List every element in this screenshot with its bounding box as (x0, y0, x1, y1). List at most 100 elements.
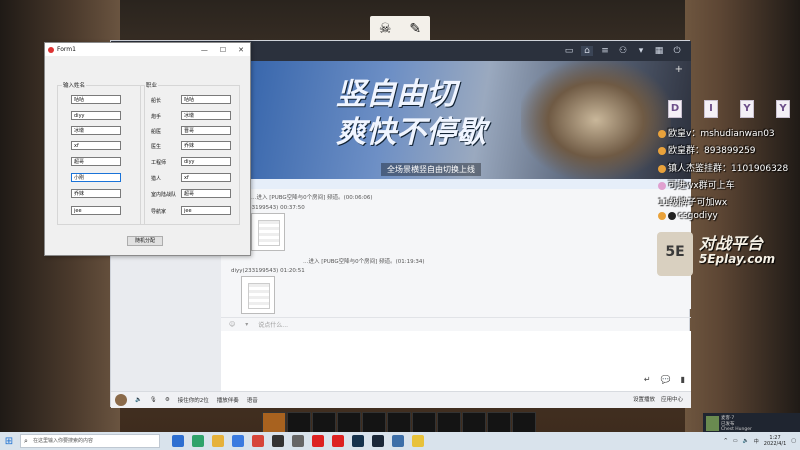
promo-banner[interactable]: 竖自由切 爽快不停歇 全场景横竖自由切换上线 (221, 61, 691, 179)
role-output-doctor[interactable] (181, 141, 231, 150)
name-input-1[interactable] (71, 95, 121, 104)
home-icon[interactable]: ⌂ (581, 46, 593, 56)
chat-image-thumbnail[interactable] (251, 213, 285, 251)
chat-image-thumbnail[interactable] (241, 276, 275, 314)
edge-icon[interactable] (232, 435, 244, 447)
name-input-2[interactable] (71, 111, 121, 120)
app-icon[interactable] (292, 435, 304, 447)
form-titlebar[interactable]: Form1 — ☐ ✕ (45, 43, 250, 56)
role-output-gunner[interactable] (181, 111, 231, 120)
grid-icon[interactable]: ▦ (653, 46, 665, 56)
bottom-right-item-1[interactable]: 设置播放 (633, 395, 655, 403)
screen-share-icon[interactable]: ▭ (563, 46, 575, 56)
message-input[interactable]: ↵ 💬 ▮ (221, 331, 691, 391)
bottom-right-item-2[interactable]: 应用中心 (661, 395, 683, 403)
steam-icon[interactable] (352, 435, 364, 447)
role-label-hunter: 猎人 (151, 176, 162, 182)
mic-icon[interactable]: ▮ (681, 375, 685, 384)
app-icon[interactable] (192, 435, 204, 447)
network-icon[interactable]: ▭ (733, 438, 738, 444)
role-output-hunter[interactable] (181, 173, 231, 182)
netease-music-icon[interactable] (332, 435, 344, 447)
tiktok-icon (668, 211, 676, 220)
overlay-text: 欧皇v：mshudianwan03 (668, 129, 775, 139)
list-icon[interactable]: ≡ (599, 46, 611, 56)
chat-bubble-icon[interactable]: 💬 (661, 375, 671, 384)
chat-username[interactable]: diyy(233199543) (231, 268, 278, 274)
ime-icon[interactable]: 中 (754, 438, 759, 445)
hotbar-slot[interactable] (337, 412, 361, 434)
clock[interactable]: 1:27 2022/4/1 (764, 435, 786, 447)
banner-subtitle: 全场景横竖自由切换上线 (381, 163, 481, 176)
app-icon[interactable] (392, 435, 404, 447)
hotbar-slot[interactable] (487, 412, 511, 434)
role-output-engineer[interactable] (181, 157, 231, 166)
bottom-item-2[interactable]: 播放伴奏 (217, 396, 239, 404)
minimize-icon[interactable]: — (201, 46, 208, 54)
close-icon[interactable]: ✕ (238, 46, 244, 54)
add-icon[interactable]: + (675, 64, 683, 75)
name-input-5[interactable] (71, 157, 121, 166)
overlay-letter: Y (740, 100, 754, 118)
chat-message: …进入 [PUBG空降与0个房间] 频道。(01:19:34) (303, 259, 425, 265)
hotbar-slot[interactable] (312, 412, 336, 434)
role-label-ship-doctor: 船医 (151, 129, 162, 135)
maximize-icon[interactable]: ☐ (220, 46, 226, 54)
bottom-item-3[interactable]: 语音 (247, 396, 258, 404)
speaker-icon[interactable]: 🔈 (135, 397, 142, 403)
steam-icon[interactable] (372, 435, 384, 447)
hotbar-slot[interactable] (262, 412, 286, 434)
avatar[interactable] (115, 394, 127, 406)
hotbar-slot[interactable] (412, 412, 436, 434)
notification-center-icon[interactable]: ▢ (791, 438, 796, 444)
power-icon[interactable]: ⏻ (671, 46, 683, 56)
name-input-8[interactable] (71, 206, 121, 215)
pirate-skull-icon: ☠ (378, 21, 392, 37)
volume-icon[interactable]: 🔈 (743, 438, 749, 444)
game-hotbar (262, 412, 557, 434)
overlay-letter: Y (776, 100, 790, 118)
task-view-icon[interactable] (172, 435, 184, 447)
app-icon[interactable] (412, 435, 424, 447)
taskbar-search-input[interactable]: 在这里输入你要搜索的内容 (20, 434, 160, 448)
role-output-ship-doctor[interactable] (181, 126, 231, 135)
app-icon[interactable] (272, 435, 284, 447)
names-group: 输入姓名 (57, 81, 145, 225)
name-input-4[interactable] (71, 141, 121, 150)
hotbar-slot[interactable] (287, 412, 311, 434)
name-input-6[interactable] (71, 173, 121, 182)
message-input-placeholder[interactable]: 说点什么... (258, 320, 288, 329)
hotbar-slot[interactable] (387, 412, 411, 434)
send-icon[interactable]: ↵ (644, 375, 651, 384)
role-output-captain[interactable] (181, 95, 231, 104)
settings-icon[interactable]: ⚙ (165, 397, 170, 403)
hotbar-slot[interactable] (362, 412, 386, 434)
hotbar-slot[interactable] (437, 412, 461, 434)
file-explorer-icon[interactable] (212, 435, 224, 447)
role-output-marines[interactable] (181, 189, 231, 198)
microphone-icon[interactable]: 🎙 (150, 397, 157, 403)
role-label-marines: 室内陆战队 (151, 192, 177, 198)
gamepad-icon[interactable]: ⚇ (617, 46, 629, 56)
logo-title: 对战平台 (699, 234, 764, 253)
more-icon[interactable]: ▾ (245, 321, 248, 328)
chat-message: …进入 [PUBG空降与0个房间] 频道。(00:06:06) (251, 195, 373, 201)
role-output-navigator[interactable] (181, 206, 231, 215)
hotbar-slot[interactable] (462, 412, 486, 434)
shirt-icon[interactable]: ▾ (635, 46, 647, 56)
name-input-7[interactable] (71, 189, 121, 198)
chrome-icon[interactable] (252, 435, 264, 447)
hotbar-slot[interactable] (512, 412, 536, 434)
bottom-item-1[interactable]: 接住你的2位 (178, 396, 209, 404)
overlay-letter: D (668, 100, 682, 118)
tray-chevron-icon[interactable]: ^ (724, 438, 728, 444)
notification-avatar (706, 416, 719, 431)
random-assign-button[interactable]: 随机分配 (127, 236, 163, 246)
overlay-letter: I (704, 100, 718, 118)
role-label-doctor: 医生 (151, 144, 162, 150)
app-icon[interactable] (312, 435, 324, 447)
emoji-icon[interactable]: ☺ (229, 321, 235, 328)
streamer-logo: ☠ ✎ (370, 16, 430, 42)
windows-start-icon[interactable]: ⊞ (0, 432, 18, 450)
name-input-3[interactable] (71, 126, 121, 135)
